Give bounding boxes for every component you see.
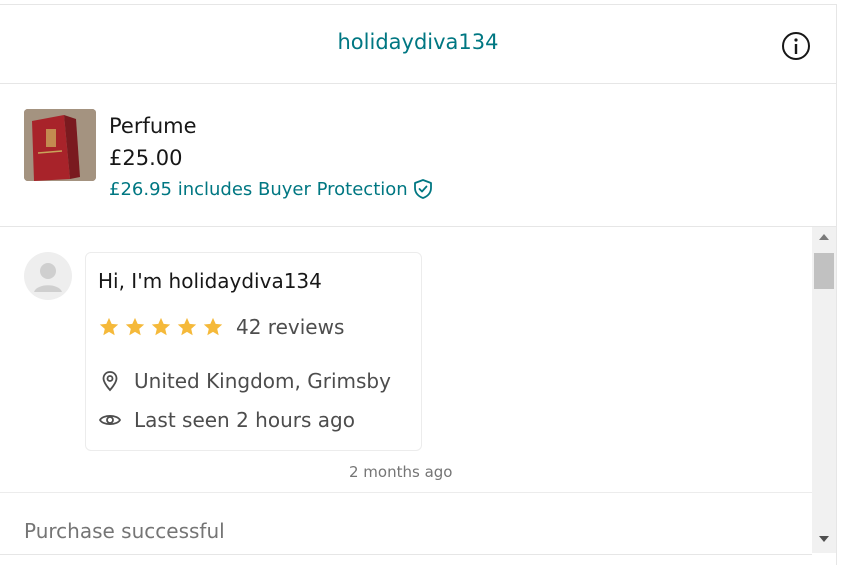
seller-intro-card: Hi, I'm holidaydiva134 42 reviews United…	[85, 252, 422, 451]
scroll-down-arrow-icon[interactable]	[818, 533, 830, 545]
location-text: United Kingdom, Grimsby	[134, 369, 391, 393]
scrollbar[interactable]	[812, 227, 836, 553]
scroll-up-arrow-icon[interactable]	[818, 231, 830, 243]
message-timestamp: 2 months ago	[349, 463, 453, 481]
buyer-protection-text: £26.95 includes Buyer Protection	[109, 178, 408, 200]
last-seen-text: Last seen 2 hours ago	[134, 408, 355, 432]
star-icon	[151, 317, 171, 336]
star-icon	[99, 317, 119, 336]
item-title[interactable]: Perfume	[109, 114, 197, 138]
star-icon	[177, 317, 197, 336]
info-icon[interactable]	[780, 30, 812, 62]
conversation-panel: holidaydiva134 Perfume £25.00 £26.95 inc…	[0, 4, 837, 566]
perfume-box-image	[24, 109, 96, 181]
location-pin-icon	[102, 371, 118, 392]
item-summary[interactable]: Perfume £25.00 £26.95 includes Buyer Pro…	[0, 84, 836, 227]
scrollbar-thumb[interactable]	[814, 253, 834, 289]
reviews-count[interactable]: 42 reviews	[236, 315, 344, 339]
conversation-user-name[interactable]: holidaydiva134	[0, 30, 836, 54]
buyer-protection-link[interactable]: £26.95 includes Buyer Protection	[109, 178, 434, 200]
item-thumbnail[interactable]	[24, 109, 96, 181]
avatar[interactable]	[24, 252, 72, 300]
item-price: £25.00	[109, 146, 183, 170]
star-icon	[125, 317, 145, 336]
purchase-status: Purchase successful	[24, 519, 225, 543]
seller-location: United Kingdom, Grimsby	[98, 369, 391, 393]
message-thread: Hi, I'm holidaydiva134 42 reviews United…	[0, 227, 812, 566]
seller-last-seen: Last seen 2 hours ago	[98, 408, 355, 432]
star-icon	[203, 317, 223, 336]
divider	[0, 492, 812, 493]
conversation-header: holidaydiva134	[0, 5, 836, 84]
eye-icon	[98, 414, 122, 426]
shield-check-icon	[413, 179, 432, 199]
divider	[0, 554, 812, 555]
seller-greeting: Hi, I'm holidaydiva134	[98, 269, 322, 293]
seller-rating[interactable]: 42 reviews	[98, 315, 344, 339]
